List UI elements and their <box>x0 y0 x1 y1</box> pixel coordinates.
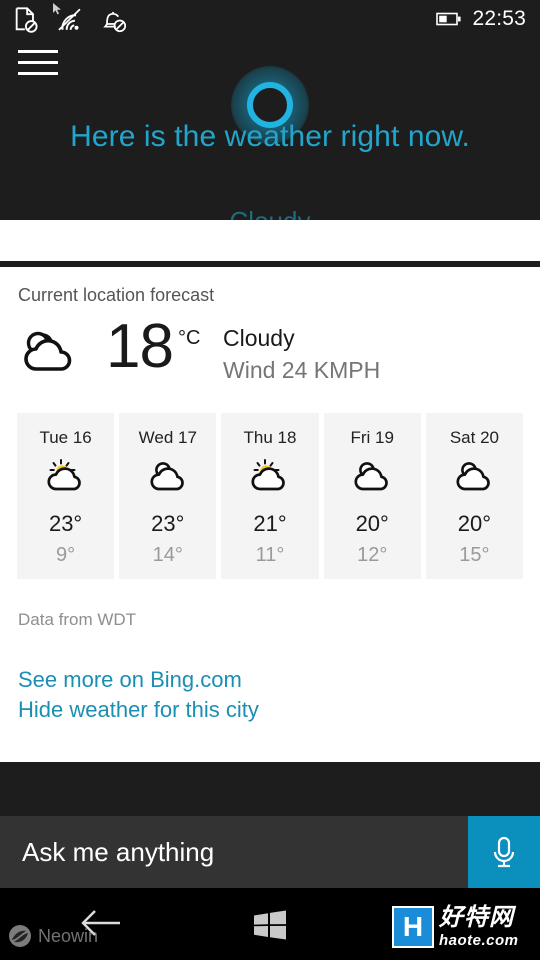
neowin-watermark-text: Neowin <box>38 925 99 946</box>
forecast-high-temp: 23° <box>48 511 83 536</box>
sim-missing-icon <box>15 7 38 33</box>
windows-start-icon[interactable] <box>253 910 287 940</box>
cloudy-icon <box>456 462 491 491</box>
haote-domain-text: haote.com <box>439 932 519 949</box>
battery-half-icon <box>436 12 462 26</box>
hamburger-menu-icon[interactable] <box>18 50 62 82</box>
haote-watermark: H 好特网 haote.com <box>392 906 519 948</box>
microphone-button[interactable] <box>468 816 540 888</box>
hamburger-line <box>18 72 58 75</box>
forecast-day-card[interactable]: Tue 16 23° 9° <box>17 413 115 579</box>
haote-chinese-text: 好特网 <box>439 904 514 931</box>
forecast-day-label: Tue 16 <box>39 428 92 447</box>
ask-input[interactable] <box>0 816 468 888</box>
neowin-watermark: Neowin <box>8 924 98 948</box>
status-clock: 22:53 <box>472 7 526 30</box>
status-right-group: 22:53 <box>436 4 526 34</box>
hide-weather-link[interactable]: Hide weather for this city <box>18 697 259 723</box>
current-wind-label: Wind 24 KMPH <box>223 357 381 383</box>
content-gap-band <box>0 220 540 261</box>
forecast-day-card[interactable]: Fri 19 20° 12° <box>323 413 421 579</box>
haote-badge-icon: H <box>392 906 434 948</box>
notifications-off-icon <box>103 11 127 33</box>
data-attribution: Data from WDT <box>18 610 137 629</box>
cloudy-icon <box>24 331 72 371</box>
current-conditions-row: 18 °C Cloudy Wind 24 KMPH <box>18 312 522 389</box>
card-title: Current location forecast <box>18 285 215 305</box>
current-condition-label: Cloudy <box>223 325 295 351</box>
forecast-day-card[interactable]: Thu 18 21° 11° <box>221 413 319 579</box>
forecast-day-card[interactable]: Wed 17 23° 14° <box>119 413 217 579</box>
current-temperature-unit: °C <box>178 327 201 349</box>
hamburger-line <box>18 50 58 53</box>
forecast-low-temp: 14° <box>152 544 183 566</box>
current-temperature: 18 <box>106 312 174 381</box>
haote-badge-letter: H <box>402 911 424 942</box>
forecast-day-label: Wed 17 <box>138 428 197 447</box>
forecast-strip: Tue 16 23° 9° Wed 17 23° 14° Thu 18 21° … <box>17 413 524 579</box>
sun-behind-cloud-icon <box>47 459 81 491</box>
cloudy-icon <box>150 462 184 491</box>
forecast-day-label: Sat 20 <box>449 428 499 447</box>
forecast-low-temp: 9° <box>56 544 76 566</box>
haote-wordmark: 好特网 haote.com <box>439 904 519 949</box>
status-bar: 22:53 <box>0 0 540 40</box>
lower-dark-gap <box>0 762 540 816</box>
forecast-low-temp: 12° <box>357 544 388 566</box>
microphone-icon <box>493 836 515 868</box>
see-more-on-bing-link[interactable]: See more on Bing.com <box>18 667 242 693</box>
forecast-high-temp: 23° <box>151 511 185 536</box>
cloudy-icon <box>354 462 388 491</box>
sun-behind-cloud-icon <box>251 459 285 491</box>
hamburger-line <box>18 61 58 64</box>
forecast-low-temp: 15° <box>459 544 490 566</box>
cortana-response-text: Here is the weather right now. <box>70 120 470 153</box>
mouse-cursor-icon <box>53 3 61 15</box>
forecast-day-label: Fri 19 <box>350 428 394 447</box>
forecast-day-label: Thu 18 <box>243 428 297 447</box>
forecast-high-temp: 20° <box>355 511 389 536</box>
forecast-high-temp: 21° <box>253 511 287 536</box>
forecast-day-card[interactable]: Sat 20 20° 15° <box>425 413 524 579</box>
forecast-low-temp: 11° <box>255 544 285 566</box>
cortana-response-text-clipped: Cloudy <box>0 206 540 220</box>
phone-screen: 22:53 Here is the weather right now. Clo… <box>0 0 540 960</box>
weather-card: Current location forecast 18 °C Cloudy W… <box>0 267 540 762</box>
status-icons-group <box>12 6 128 34</box>
forecast-high-temp: 20° <box>457 511 492 536</box>
ask-bar <box>0 816 540 888</box>
neowin-logo-icon <box>9 925 31 947</box>
